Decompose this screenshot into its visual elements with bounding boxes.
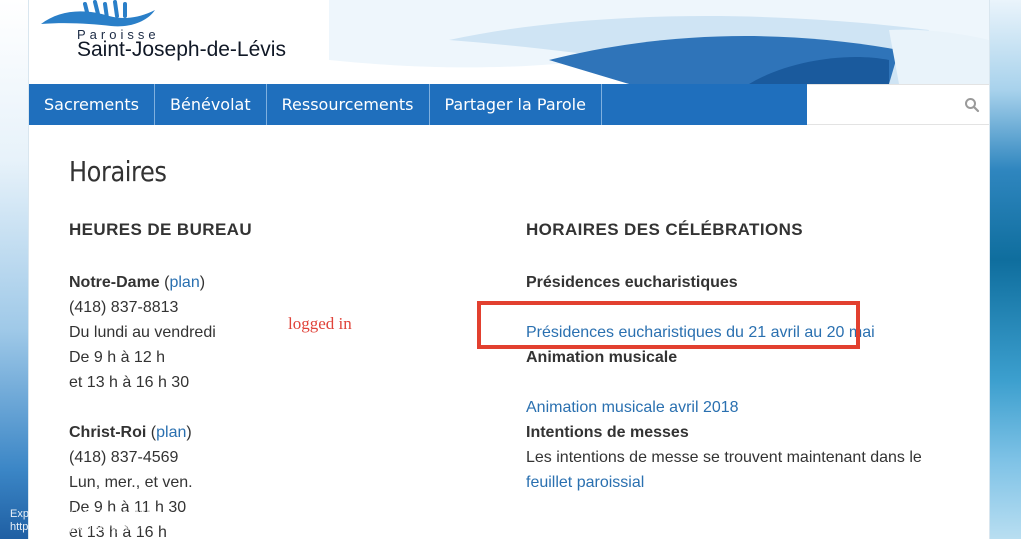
notre-dame-days: Du lundi au vendredi bbox=[69, 324, 216, 341]
nav-item-sacrements[interactable]: Sacrements bbox=[29, 84, 156, 125]
celebrations-column: HORAIRES DES CÉLÉBRATIONS Présidences eu… bbox=[526, 220, 956, 495]
search-box bbox=[807, 84, 989, 125]
animation-link[interactable]: Animation musicale avril 2018 bbox=[526, 399, 739, 416]
left-background bbox=[0, 0, 28, 539]
intentions-heading: Intentions de messes bbox=[526, 424, 689, 441]
notre-dame-hours2: et 13 h à 16 h 30 bbox=[69, 374, 190, 391]
christ-roi-name: Christ-Roi bbox=[69, 424, 147, 441]
notre-dame-name-line: Notre-Dame (plan) bbox=[69, 274, 206, 291]
nav-item-ressourcements[interactable]: Ressourcements bbox=[267, 84, 430, 125]
intentions-text: Les intentions de messe se trouvent main… bbox=[526, 449, 922, 466]
christ-roi-phone: (418) 837-4569 bbox=[69, 449, 179, 466]
site-header: Paroisse Saint-Joseph-de-Lévis bbox=[29, 0, 989, 84]
logo-mark-icon bbox=[41, 0, 155, 27]
christ-roi-plan-link[interactable]: plan bbox=[156, 424, 186, 441]
office-hours-column: HEURES DE BUREAU Notre-Dame (plan) (418)… bbox=[69, 220, 469, 539]
watermark: Explain and Send Screenshots https://www… bbox=[10, 508, 160, 534]
office-hours-heading: HEURES DE BUREAU bbox=[69, 220, 253, 239]
search-input[interactable] bbox=[811, 91, 965, 119]
page-title: Horaires bbox=[69, 155, 167, 188]
feuillet-link[interactable]: feuillet paroissial bbox=[526, 474, 644, 491]
highlight-box bbox=[477, 301, 860, 349]
watermark-line1: Explain and Send Screenshots bbox=[10, 508, 161, 520]
notre-dame-plan-link[interactable]: plan bbox=[169, 274, 199, 291]
main-nav: Sacrements Bénévolat Ressourcements Part… bbox=[29, 84, 807, 125]
nav-item-partager-la-parole[interactable]: Partager la Parole bbox=[430, 84, 602, 125]
notre-dame-phone: (418) 837-8813 bbox=[69, 299, 179, 316]
page: Paroisse Saint-Joseph-de-Lévis Sacrement… bbox=[28, 0, 990, 539]
search-icon[interactable] bbox=[964, 97, 980, 113]
logged-in-annotation: logged in bbox=[288, 314, 352, 333]
nav-item-benevolat[interactable]: Bénévolat bbox=[155, 84, 267, 125]
celebrations-heading: HORAIRES DES CÉLÉBRATIONS bbox=[526, 220, 803, 239]
notre-dame-name: Notre-Dame bbox=[69, 274, 160, 291]
christ-roi-name-line: Christ-Roi (plan) bbox=[69, 424, 192, 441]
watermark-line2: https://www.paroissesjdl.org bbox=[10, 521, 147, 533]
logo-title[interactable]: Saint-Joseph-de-Lévis bbox=[77, 38, 286, 62]
presidences-heading: Présidences eucharistiques bbox=[526, 274, 738, 291]
christ-roi-days: Lun, mer., et ven. bbox=[69, 474, 193, 491]
right-background bbox=[988, 0, 1021, 539]
notre-dame-hours1: De 9 h à 12 h bbox=[69, 349, 166, 366]
